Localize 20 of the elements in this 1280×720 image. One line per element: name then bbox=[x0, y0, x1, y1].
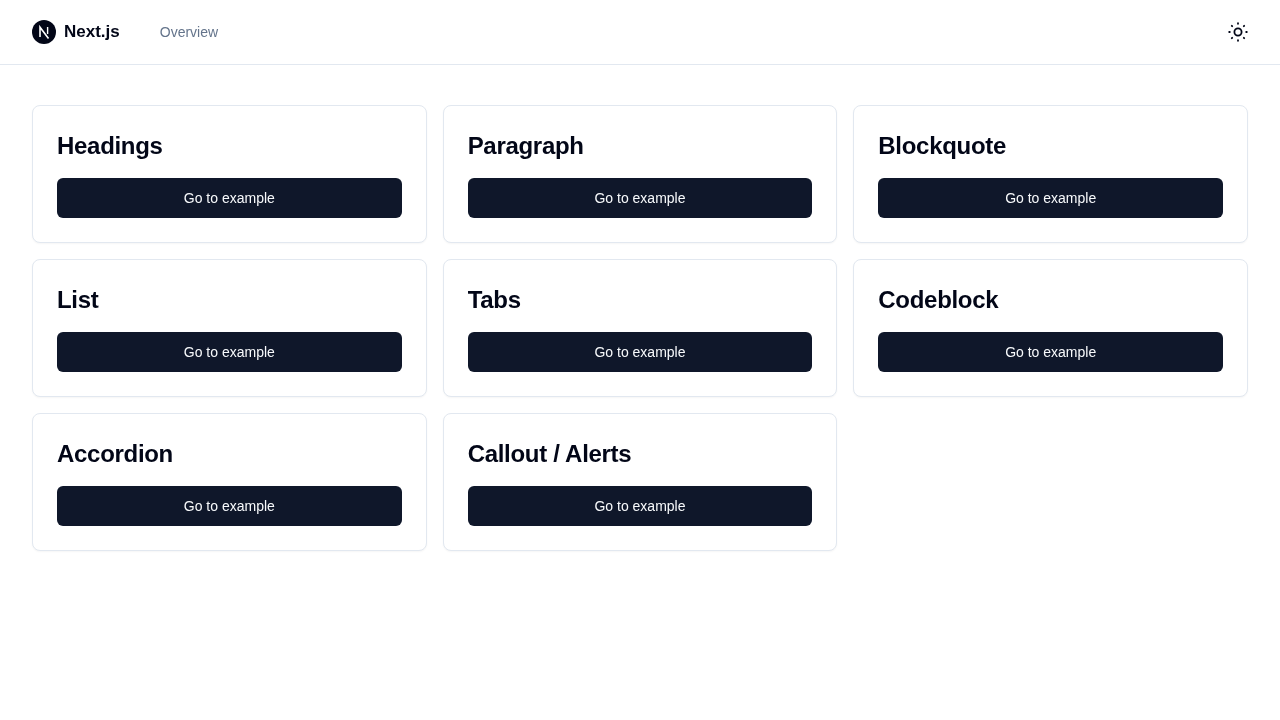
sun-icon bbox=[1228, 22, 1248, 42]
go-to-example-button[interactable]: Go to example bbox=[57, 178, 402, 218]
go-to-example-button[interactable]: Go to example bbox=[467, 332, 813, 372]
go-to-example-button[interactable]: Go to example bbox=[467, 178, 813, 218]
card-title: Blockquote bbox=[878, 131, 1007, 161]
card-title: Headings bbox=[57, 131, 164, 161]
go-to-example-button[interactable]: Go to example bbox=[57, 486, 402, 526]
nav-link[interactable]: Overview bbox=[159, 24, 219, 40]
go-to-example-button[interactable]: Go to example bbox=[467, 486, 813, 526]
card-title: Codeblock bbox=[878, 285, 1000, 315]
go-to-example-button[interactable]: Go to example bbox=[878, 332, 1223, 372]
card-title: Tabs bbox=[467, 285, 522, 315]
card-title: Callout / Alerts bbox=[467, 439, 633, 469]
go-to-example-button[interactable]: Go to example bbox=[57, 332, 402, 372]
go-to-example-button[interactable]: Go to example bbox=[878, 178, 1223, 218]
logo-icon bbox=[32, 20, 56, 44]
card-title: Accordion bbox=[57, 439, 174, 469]
card-title: Paragraph bbox=[467, 131, 585, 161]
brand-link[interactable]: Next.js bbox=[32, 20, 120, 44]
card-title: List bbox=[57, 285, 100, 315]
